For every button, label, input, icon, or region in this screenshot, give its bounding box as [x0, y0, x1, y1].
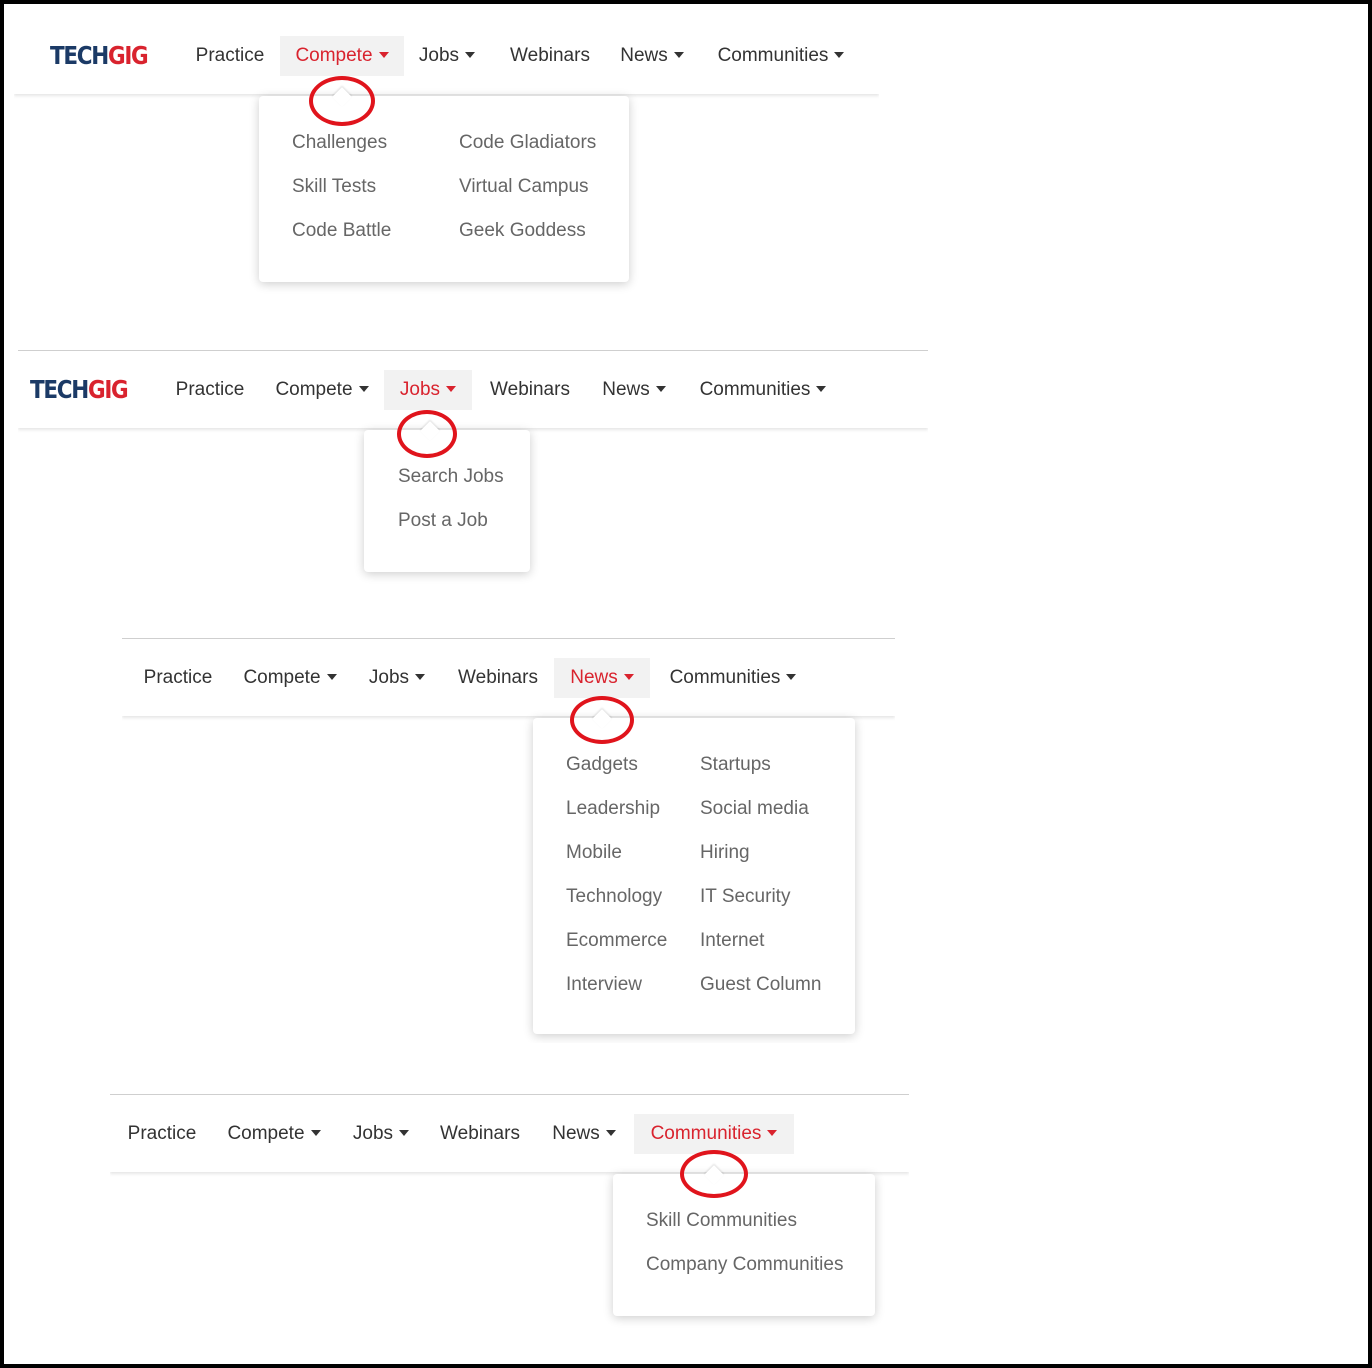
nav-practice[interactable]: Practice: [166, 370, 254, 410]
menu-item-mobile[interactable]: Mobile: [566, 842, 622, 864]
caret-down-icon: [378, 51, 389, 58]
top-navbar: Practice Compete Jobs Webinars News Comm…: [122, 638, 895, 716]
menu-item-ecommerce[interactable]: Ecommerce: [566, 930, 667, 952]
section-separator: [14, 624, 908, 630]
caret-down-icon: [767, 1129, 778, 1136]
annotation-circle: [309, 76, 375, 126]
menu-item-startups[interactable]: Startups: [700, 754, 771, 776]
caret-down-icon: [834, 51, 845, 58]
menu-item-technology[interactable]: Technology: [566, 886, 662, 908]
menu-item-interview[interactable]: Interview: [566, 974, 642, 996]
nav-news[interactable]: News: [554, 658, 650, 698]
menu-item-company-communities[interactable]: Company Communities: [646, 1254, 843, 1276]
communities-dropdown-menu: Skill Communities Company Communities: [613, 1174, 875, 1316]
panel-jobs-menu: TECHGIG Practice Compete Jobs Webinars N…: [18, 350, 928, 589]
menu-item-social-media[interactable]: Social media: [700, 798, 809, 820]
caret-down-icon: [816, 385, 827, 392]
nav-jobs[interactable]: Jobs: [384, 370, 472, 410]
caret-down-icon: [623, 673, 634, 680]
caret-down-icon: [446, 385, 457, 392]
card-title-rule: [362, 312, 472, 313]
card-divider: [682, 428, 683, 589]
annotation-circle: [397, 410, 457, 458]
nav-communities[interactable]: Communities: [634, 1114, 794, 1154]
nav-webinars[interactable]: Webinars: [482, 370, 578, 410]
panel-communities-menu: Practice Compete Jobs Webinars News Comm…: [110, 1094, 909, 1336]
nav-practice[interactable]: Practice: [134, 658, 222, 698]
code-icon: </>: [304, 1228, 394, 1318]
caret-down-icon: [326, 673, 337, 680]
nav-jobs[interactable]: Jobs: [346, 1114, 416, 1154]
code-icon: </>: [320, 772, 410, 862]
menu-item-search-jobs[interactable]: Search Jobs: [398, 466, 504, 488]
section-separator: [14, 1066, 916, 1072]
caret-down-icon: [465, 51, 476, 58]
caret-down-icon: [655, 385, 666, 392]
nav-news[interactable]: News: [546, 1114, 622, 1154]
card-title-compete: Compete: [299, 884, 429, 920]
panel-news-menu: Practice Compete Jobs Webinars News Comm…: [122, 638, 895, 1043]
card-divider: [130, 94, 131, 315]
nav-webinars[interactable]: Webinars: [450, 658, 546, 698]
techgig-logo[interactable]: TECHGIG: [30, 375, 129, 404]
menu-item-hiring[interactable]: Hiring: [700, 842, 750, 864]
card-title-rule: [882, 934, 895, 935]
menu-item-leadership[interactable]: Leadership: [566, 798, 660, 820]
caret-down-icon: [415, 673, 426, 680]
techgig-logo[interactable]: TECHGIG: [50, 41, 149, 70]
menu-item-challenges[interactable]: Challenges: [292, 132, 387, 154]
card-divider: [702, 94, 703, 315]
nav-news[interactable]: News: [614, 36, 690, 76]
nav-practice[interactable]: Practice: [118, 1114, 206, 1154]
nav-compete[interactable]: Compete: [224, 1114, 324, 1154]
menu-item-gadgets[interactable]: Gadgets: [566, 754, 638, 776]
menu-item-post-a-job[interactable]: Post a Job: [398, 510, 488, 532]
card-title-join: Joir: [828, 262, 879, 298]
compete-dropdown-menu: Challenges Skill Tests Code Battle Code …: [259, 96, 629, 282]
nav-webinars[interactable]: Webinars: [432, 1114, 528, 1154]
top-navbar: TECHGIG Practice Compete Jobs Webinars N…: [18, 350, 928, 428]
nav-communities[interactable]: Communities: [692, 370, 834, 410]
caret-down-icon: [786, 673, 797, 680]
menu-item-virtual-campus[interactable]: Virtual Campus: [459, 176, 589, 198]
nav-compete[interactable]: Compete: [280, 36, 404, 76]
menu-item-guest-column[interactable]: Guest Column: [700, 974, 821, 996]
card-description-compete: Participate in Coding Contests, Challeng…: [209, 991, 521, 1040]
panel-compete-menu: TECHGIG Practice Compete Jobs Webinars N…: [14, 16, 879, 315]
caret-down-icon: [605, 1129, 616, 1136]
caret-down-icon: [399, 1129, 410, 1136]
top-navbar: Practice Compete Jobs Webinars News Comm…: [110, 1094, 909, 1172]
annotation-circle: [570, 696, 634, 744]
nav-webinars[interactable]: Webinars: [502, 36, 598, 76]
nav-news[interactable]: News: [596, 370, 672, 410]
news-dropdown-menu: Gadgets Leadership Mobile Technology Eco…: [533, 718, 855, 1034]
menu-item-it-security[interactable]: IT Security: [700, 886, 790, 908]
nav-jobs[interactable]: Jobs: [412, 36, 482, 76]
nav-communities[interactable]: Communities: [662, 658, 804, 698]
caret-down-icon: [673, 51, 684, 58]
menu-item-internet[interactable]: Internet: [700, 930, 764, 952]
nav-compete[interactable]: Compete: [240, 658, 340, 698]
annotation-circle: [680, 1150, 748, 1198]
nav-communities[interactable]: Communities: [710, 36, 852, 76]
card-divider: [110, 428, 111, 589]
nav-compete[interactable]: Compete: [272, 370, 372, 410]
top-navbar: TECHGIG Practice Compete Jobs Webinars N…: [14, 16, 879, 94]
section-separator: [14, 335, 885, 341]
menu-item-code-gladiators[interactable]: Code Gladiators: [459, 132, 596, 154]
caret-down-icon: [310, 1129, 321, 1136]
menu-item-skill-communities[interactable]: Skill Communities: [646, 1210, 797, 1232]
nav-jobs[interactable]: Jobs: [362, 658, 432, 698]
card-title-rule: [310, 934, 420, 935]
menu-item-code-battle[interactable]: Code Battle: [292, 220, 391, 242]
menu-item-skill-tests[interactable]: Skill Tests: [292, 176, 376, 198]
nav-practice[interactable]: Practice: [186, 36, 274, 76]
caret-down-icon: [358, 385, 369, 392]
menu-item-geek-goddess[interactable]: Geek Goddess: [459, 220, 586, 242]
